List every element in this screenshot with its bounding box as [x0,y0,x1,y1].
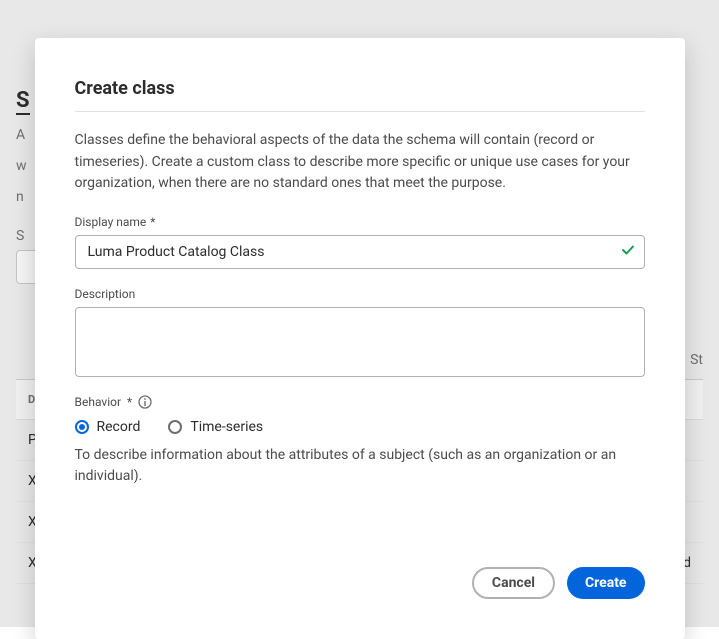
radio-dot-icon [79,424,85,430]
required-asterisk-icon: * [127,395,132,409]
behavior-help-text: To describe information about the attrib… [75,445,645,487]
display-name-field-wrap [75,235,645,269]
modal-title: Create class [75,78,645,112]
behavior-label: Behavior * [75,395,645,409]
behavior-label-text: Behavior [75,395,122,409]
create-button[interactable]: Create [567,567,645,599]
radio-timeseries[interactable]: Time-series [168,419,263,435]
display-name-label-text: Display name [75,215,147,229]
description-textarea[interactable] [75,307,645,377]
radio-timeseries-label: Time-series [190,419,263,435]
required-asterisk-icon: * [150,215,155,229]
radio-record-label: Record [97,419,141,435]
modal-description: Classes define the behavioral aspects of… [75,130,645,195]
display-name-input[interactable] [75,235,645,269]
behavior-radio-group: Record Time-series [75,419,645,435]
cancel-button[interactable]: Cancel [472,567,555,599]
checkmark-icon [621,243,635,261]
radio-circle-icon [168,420,182,434]
radio-record[interactable]: Record [75,419,141,435]
description-label: Description [75,287,645,301]
display-name-label: Display name * [75,215,645,229]
info-icon[interactable] [138,395,152,409]
create-class-modal: Create class Classes define the behavior… [35,38,685,639]
modal-footer: Cancel Create [75,567,645,599]
modal-backdrop: Create class Classes define the behavior… [0,0,719,627]
radio-circle-icon [75,420,89,434]
